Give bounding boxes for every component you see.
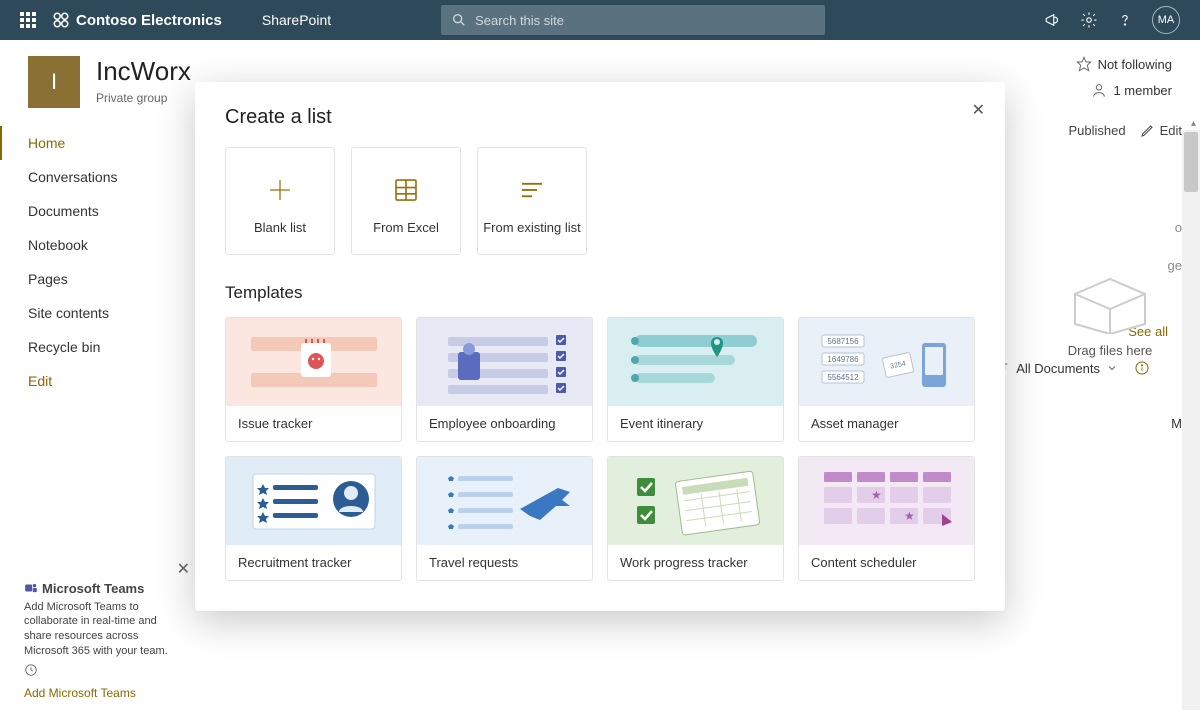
create-from-existing[interactable]: From existing list bbox=[477, 147, 587, 255]
pencil-icon bbox=[1140, 122, 1156, 138]
create-blank-list[interactable]: Blank list bbox=[225, 147, 335, 255]
plus-icon bbox=[265, 168, 295, 212]
template-content-scheduler[interactable]: ★★ Content scheduler bbox=[798, 456, 975, 581]
add-teams-link[interactable]: Add Microsoft Teams bbox=[24, 686, 136, 700]
template-employee-onboarding[interactable]: Employee onboarding bbox=[416, 317, 593, 442]
svg-text:★: ★ bbox=[871, 488, 882, 502]
app-launcher-icon[interactable] bbox=[8, 0, 48, 40]
templates-heading: Templates bbox=[225, 283, 975, 303]
bg-fragment: ge bbox=[1168, 258, 1182, 273]
template-thumb: ★★ bbox=[799, 457, 974, 545]
template-travel-requests[interactable]: Travel requests bbox=[416, 456, 593, 581]
megaphone-icon[interactable] bbox=[1044, 11, 1062, 29]
search-icon bbox=[451, 12, 467, 28]
create-list-modal: ✕ Create a list Blank list From Excel Fr… bbox=[195, 82, 1005, 611]
follow-button[interactable]: Not following bbox=[1076, 56, 1172, 72]
teams-icon bbox=[24, 581, 38, 595]
template-issue-tracker[interactable]: Issue tracker bbox=[225, 317, 402, 442]
template-asset-manager[interactable]: 5687156164978655645123254 Asset manager bbox=[798, 317, 975, 442]
template-work-progress[interactable]: Work progress tracker bbox=[607, 456, 784, 581]
svg-text:★: ★ bbox=[904, 509, 915, 523]
bg-fragment: o bbox=[1175, 220, 1182, 235]
members-count[interactable]: 1 member bbox=[1076, 82, 1172, 98]
list-icon bbox=[517, 168, 547, 212]
star-icon bbox=[1076, 56, 1092, 72]
scrollbar[interactable]: ▴ bbox=[1182, 130, 1200, 710]
search-input[interactable] bbox=[475, 13, 815, 28]
nav-home[interactable]: Home bbox=[0, 126, 194, 160]
nav-pages[interactable]: Pages bbox=[0, 262, 194, 296]
template-thumb bbox=[417, 457, 592, 545]
nav-recycle-bin[interactable]: Recycle bin bbox=[0, 330, 194, 364]
nav-conversations[interactable]: Conversations bbox=[0, 160, 194, 194]
box-icon bbox=[1060, 264, 1160, 334]
user-avatar[interactable]: MA bbox=[1152, 6, 1180, 34]
template-thumb bbox=[608, 457, 783, 545]
left-nav: Home Conversations Documents Notebook Pa… bbox=[0, 116, 194, 408]
org-logo[interactable]: Contoso Electronics bbox=[52, 11, 222, 29]
scrollbar-thumb[interactable] bbox=[1184, 132, 1198, 192]
nav-site-contents[interactable]: Site contents bbox=[0, 296, 194, 330]
nav-notebook[interactable]: Notebook bbox=[0, 228, 194, 262]
app-name[interactable]: SharePoint bbox=[262, 12, 331, 28]
template-thumb bbox=[417, 318, 592, 406]
bg-fragment: M bbox=[1171, 416, 1182, 431]
template-thumb bbox=[226, 457, 401, 545]
excel-icon bbox=[391, 168, 421, 212]
teams-promo-card: ✕ Microsoft Teams Add Microsoft Teams to… bbox=[24, 581, 184, 700]
edit-page-button[interactable]: Edit bbox=[1140, 122, 1182, 138]
nav-edit[interactable]: Edit bbox=[0, 364, 194, 398]
close-icon[interactable]: ✕ bbox=[177, 559, 190, 579]
all-documents-dropdown[interactable]: All Documents bbox=[994, 360, 1150, 376]
info-icon[interactable] bbox=[1134, 360, 1150, 376]
site-subtitle: Private group bbox=[96, 91, 191, 105]
gear-icon[interactable] bbox=[1080, 11, 1098, 29]
published-label: Published bbox=[1068, 123, 1125, 138]
svg-text:1649786: 1649786 bbox=[827, 355, 859, 364]
scroll-up-icon[interactable]: ▴ bbox=[1191, 118, 1196, 129]
help-icon[interactable] bbox=[1116, 11, 1134, 29]
drag-files-dropzone[interactable]: Drag files here bbox=[1060, 264, 1160, 358]
template-thumb bbox=[608, 318, 783, 406]
svg-text:5687156: 5687156 bbox=[827, 337, 859, 346]
org-name: Contoso Electronics bbox=[76, 12, 222, 29]
svg-text:5564512: 5564512 bbox=[827, 373, 859, 382]
person-icon bbox=[1091, 82, 1107, 98]
template-event-itinerary[interactable]: Event itinerary bbox=[607, 317, 784, 442]
template-thumb bbox=[226, 318, 401, 406]
close-modal-button[interactable]: ✕ bbox=[972, 100, 985, 120]
suite-bar: Contoso Electronics SharePoint MA bbox=[0, 0, 1200, 40]
modal-title: Create a list bbox=[225, 106, 975, 129]
template-recruitment-tracker[interactable]: Recruitment tracker bbox=[225, 456, 402, 581]
search-box[interactable] bbox=[441, 5, 825, 35]
nav-documents[interactable]: Documents bbox=[0, 194, 194, 228]
chevron-down-icon bbox=[1106, 362, 1118, 374]
clock-icon bbox=[24, 663, 38, 677]
site-avatar: I bbox=[28, 56, 80, 108]
site-name[interactable]: IncWorx bbox=[96, 56, 191, 87]
template-thumb: 5687156164978655645123254 bbox=[799, 318, 974, 406]
create-from-excel[interactable]: From Excel bbox=[351, 147, 461, 255]
